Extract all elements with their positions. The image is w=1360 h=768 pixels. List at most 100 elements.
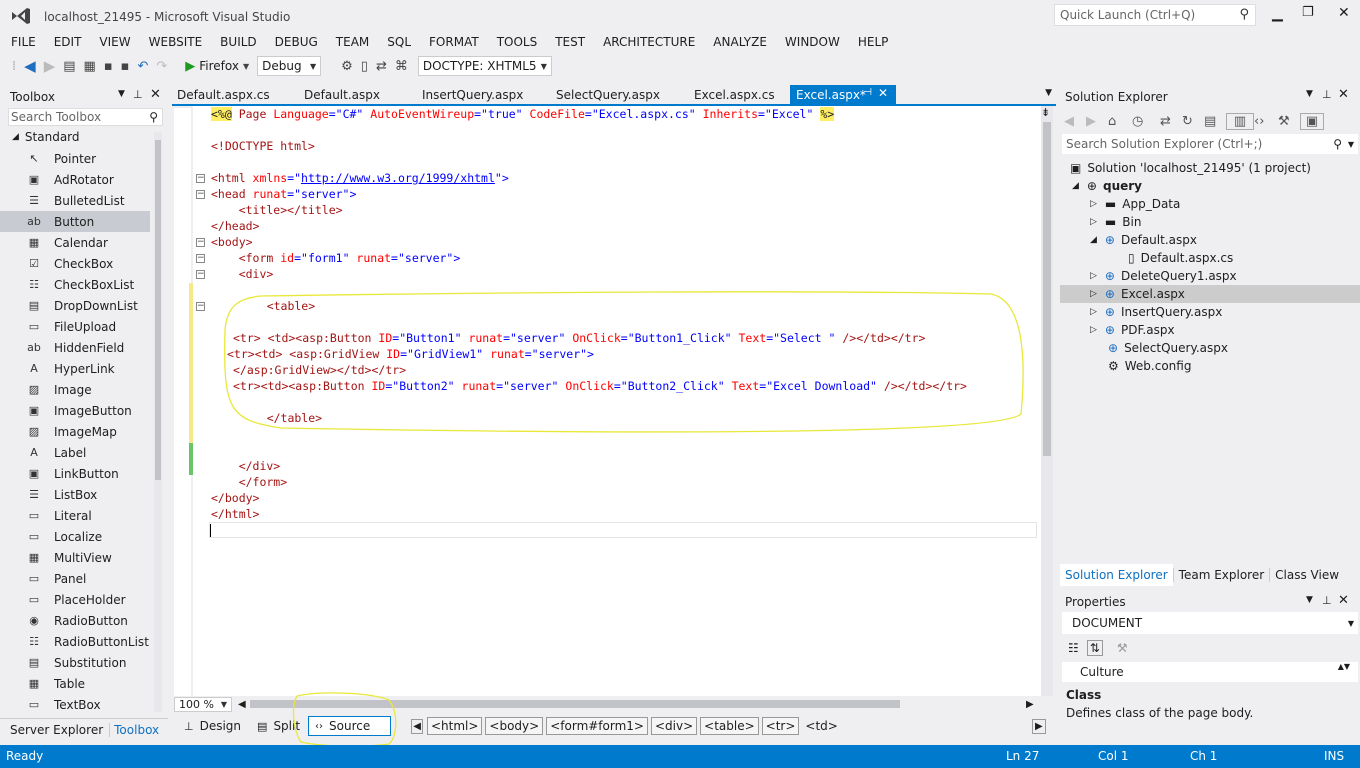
editor-vertical-scrollbar[interactable]	[1041, 106, 1053, 696]
menu-architecture[interactable]: ARCHITECTURE	[594, 35, 704, 49]
toolbox-item-adrotator[interactable]: ▣ AdRotator	[0, 169, 150, 190]
view-code-icon[interactable]: ‹›	[1254, 114, 1278, 129]
toolbox-item-hiddenfield[interactable]: ab HiddenField	[0, 337, 150, 358]
design-view-button[interactable]: Design	[200, 719, 241, 733]
toolbox-item-placeholder[interactable]: ▭ PlaceHolder	[0, 589, 150, 610]
tab-default-aspx-cs[interactable]: Default.aspx.cs	[172, 85, 292, 105]
tree-item-deletequery1-aspx[interactable]: ▷ ⊕ DeleteQuery1.aspx	[1090, 267, 1237, 285]
toolbox-item-substitution[interactable]: ▤ Substitution	[0, 652, 150, 673]
tree-item-web-config[interactable]: ⚙ Web.config	[1108, 357, 1191, 375]
menu-website[interactable]: WEBSITE	[140, 35, 212, 49]
split-window-icon[interactable]: ⇟	[1041, 106, 1050, 119]
breadcrumb-form[interactable]: <form#form1>	[546, 717, 648, 735]
toolbox-item-imagebutton[interactable]: ▣ ImageButton	[0, 400, 150, 421]
breadcrumb-td[interactable]: <td>	[802, 717, 840, 735]
minimize-button[interactable]: ▁	[1272, 6, 1283, 22]
save-all-icon[interactable]: ▪	[117, 59, 134, 74]
toolbox-item-literal[interactable]: ▭ Literal	[0, 505, 150, 526]
show-all-files-icon[interactable]: ▥	[1226, 112, 1254, 130]
menu-analyze[interactable]: ANALYZE	[704, 35, 776, 49]
toolbox-item-image[interactable]: ▨ Image	[0, 379, 150, 400]
zoom-dropdown[interactable]: 100 % ▼	[174, 696, 232, 712]
collapse-icon[interactable]: −	[196, 302, 205, 311]
breadcrumb-table[interactable]: <table>	[700, 717, 759, 735]
menu-build[interactable]: BUILD	[211, 35, 265, 49]
save-icon[interactable]: ▪	[100, 59, 117, 74]
tree-item-insertquery-aspx[interactable]: ▷ ⊕ InsertQuery.aspx	[1090, 303, 1222, 321]
back-icon[interactable]: ◀	[1064, 114, 1086, 129]
restore-button[interactable]: ❐	[1302, 5, 1314, 20]
properties-icon[interactable]: ⚒	[1278, 114, 1300, 129]
breadcrumb-div[interactable]: <div>	[650, 717, 698, 735]
quick-launch-input[interactable]: Quick Launch (Ctrl+Q) ⚲	[1054, 4, 1256, 26]
new-project-icon[interactable]: ▤	[59, 59, 79, 74]
tab-default-aspx[interactable]: Default.aspx	[292, 85, 410, 105]
toolbox-item-dropdownlist[interactable]: ▤ DropDownList	[0, 295, 150, 316]
solution-search-input[interactable]: Search Solution Explorer (Ctrl+;) ⚲ ▼	[1062, 134, 1358, 154]
tab-class-view[interactable]: Class View	[1269, 568, 1344, 582]
pin-icon[interactable]: ⊥	[133, 88, 143, 101]
format-icon[interactable]: ⇄	[372, 59, 391, 74]
browser-selector[interactable]: Firefox	[199, 59, 239, 73]
tree-solution-root[interactable]: ▣ Solution 'localhost_21495' (1 project)	[1070, 159, 1311, 177]
toolbox-item-label[interactable]: A Label	[0, 442, 150, 463]
doctype-dropdown[interactable]: DOCTYPE: XHTML5 ▼	[417, 56, 552, 76]
categorized-icon[interactable]: ☷	[1068, 641, 1079, 655]
collapse-all-icon[interactable]: ▤	[1204, 114, 1226, 129]
history-icon[interactable]: ◷	[1132, 114, 1160, 129]
toolbox-item-localize[interactable]: ▭ Localize	[0, 526, 150, 547]
tree-item-app-data[interactable]: ▷ ▬ App_Data	[1090, 195, 1180, 213]
tab-solution-explorer[interactable]: Solution Explorer	[1060, 564, 1173, 586]
toolbox-item-imagemap[interactable]: ▨ ImageMap	[0, 421, 150, 442]
toolbox-item-pointer[interactable]: ↖ Pointer	[0, 148, 150, 169]
scroll-thumb[interactable]	[155, 140, 161, 480]
collapse-icon[interactable]: −	[196, 174, 205, 183]
breadcrumb-right-icon[interactable]: ▶	[1032, 718, 1046, 734]
tree-item-bin[interactable]: ▷ ▬ Bin	[1090, 213, 1141, 231]
page-icon[interactable]: ▯	[357, 59, 372, 74]
attach-icon[interactable]: ⚙	[337, 59, 357, 74]
tab-selectquery-aspx[interactable]: SelectQuery.aspx	[544, 85, 682, 105]
menu-format[interactable]: FORMAT	[420, 35, 488, 49]
menu-edit[interactable]: EDIT	[45, 35, 91, 49]
toolbox-item-bulletedlist[interactable]: ☰ BulletedList	[0, 190, 150, 211]
menu-view[interactable]: VIEW	[90, 35, 139, 49]
forward-icon[interactable]: ▶	[1086, 114, 1108, 129]
menu-test[interactable]: TEST	[546, 35, 594, 49]
tab-toolbox[interactable]: Toolbox	[109, 722, 163, 737]
refresh-icon[interactable]: ↻	[1182, 114, 1204, 129]
close-icon[interactable]: ✕	[1338, 593, 1349, 608]
toolbox-item-checkboxlist[interactable]: ☷ CheckBoxList	[0, 274, 150, 295]
tree-item-default-aspx-cs[interactable]: ▯ Default.aspx.cs	[1128, 249, 1233, 267]
tab-server-explorer[interactable]: Server Explorer	[0, 723, 109, 737]
undo-icon[interactable]: ↶	[133, 59, 152, 74]
pin-icon[interactable]: ⊥	[1322, 594, 1332, 607]
start-debugging-icon[interactable]: ▶	[181, 59, 199, 74]
tree-project-query[interactable]: ◢ ⊕ query	[1072, 177, 1142, 195]
toolbox-scrollbar[interactable]	[154, 132, 162, 712]
breadcrumb-html[interactable]: <html>	[426, 717, 483, 735]
properties-object-dropdown[interactable]: DOCUMENT ▼	[1062, 612, 1358, 634]
collapse-icon[interactable]: −	[196, 270, 205, 279]
close-icon[interactable]: ✕	[878, 86, 888, 100]
open-file-icon[interactable]: ▦	[80, 59, 100, 74]
tree-item-pdf-aspx[interactable]: ▷ ⊕ PDF.aspx	[1090, 321, 1175, 339]
close-icon[interactable]: ✕	[150, 87, 161, 102]
pin-icon[interactable]: ⊣	[863, 87, 872, 98]
toolbox-search-input[interactable]: Search Toolbox ⚲	[8, 108, 163, 126]
home-icon[interactable]: ⌂	[1108, 114, 1132, 129]
property-row-culture[interactable]: Culture ▲▼	[1062, 662, 1358, 682]
chevron-down-icon[interactable]: ▼	[1306, 595, 1313, 605]
collapse-icon[interactable]: −	[196, 238, 205, 247]
menu-debug[interactable]: DEBUG	[266, 35, 327, 49]
tab-insertquery-aspx[interactable]: InsertQuery.aspx	[410, 85, 544, 105]
tab-excel-aspx-active[interactable]: Excel.aspx* ⊣ ✕	[790, 85, 896, 105]
tab-overflow-icon[interactable]: ▼	[1045, 88, 1052, 98]
breadcrumb-left-icon[interactable]: ◀	[411, 718, 423, 734]
alphabetical-icon[interactable]: ⇅	[1086, 640, 1103, 656]
collapse-icon[interactable]: −	[196, 254, 205, 263]
scroll-thumb[interactable]	[1043, 122, 1051, 456]
back-icon[interactable]: ◀	[20, 57, 40, 75]
scroll-left-icon[interactable]: ◀	[238, 699, 246, 710]
menu-team[interactable]: TEAM	[327, 35, 378, 49]
